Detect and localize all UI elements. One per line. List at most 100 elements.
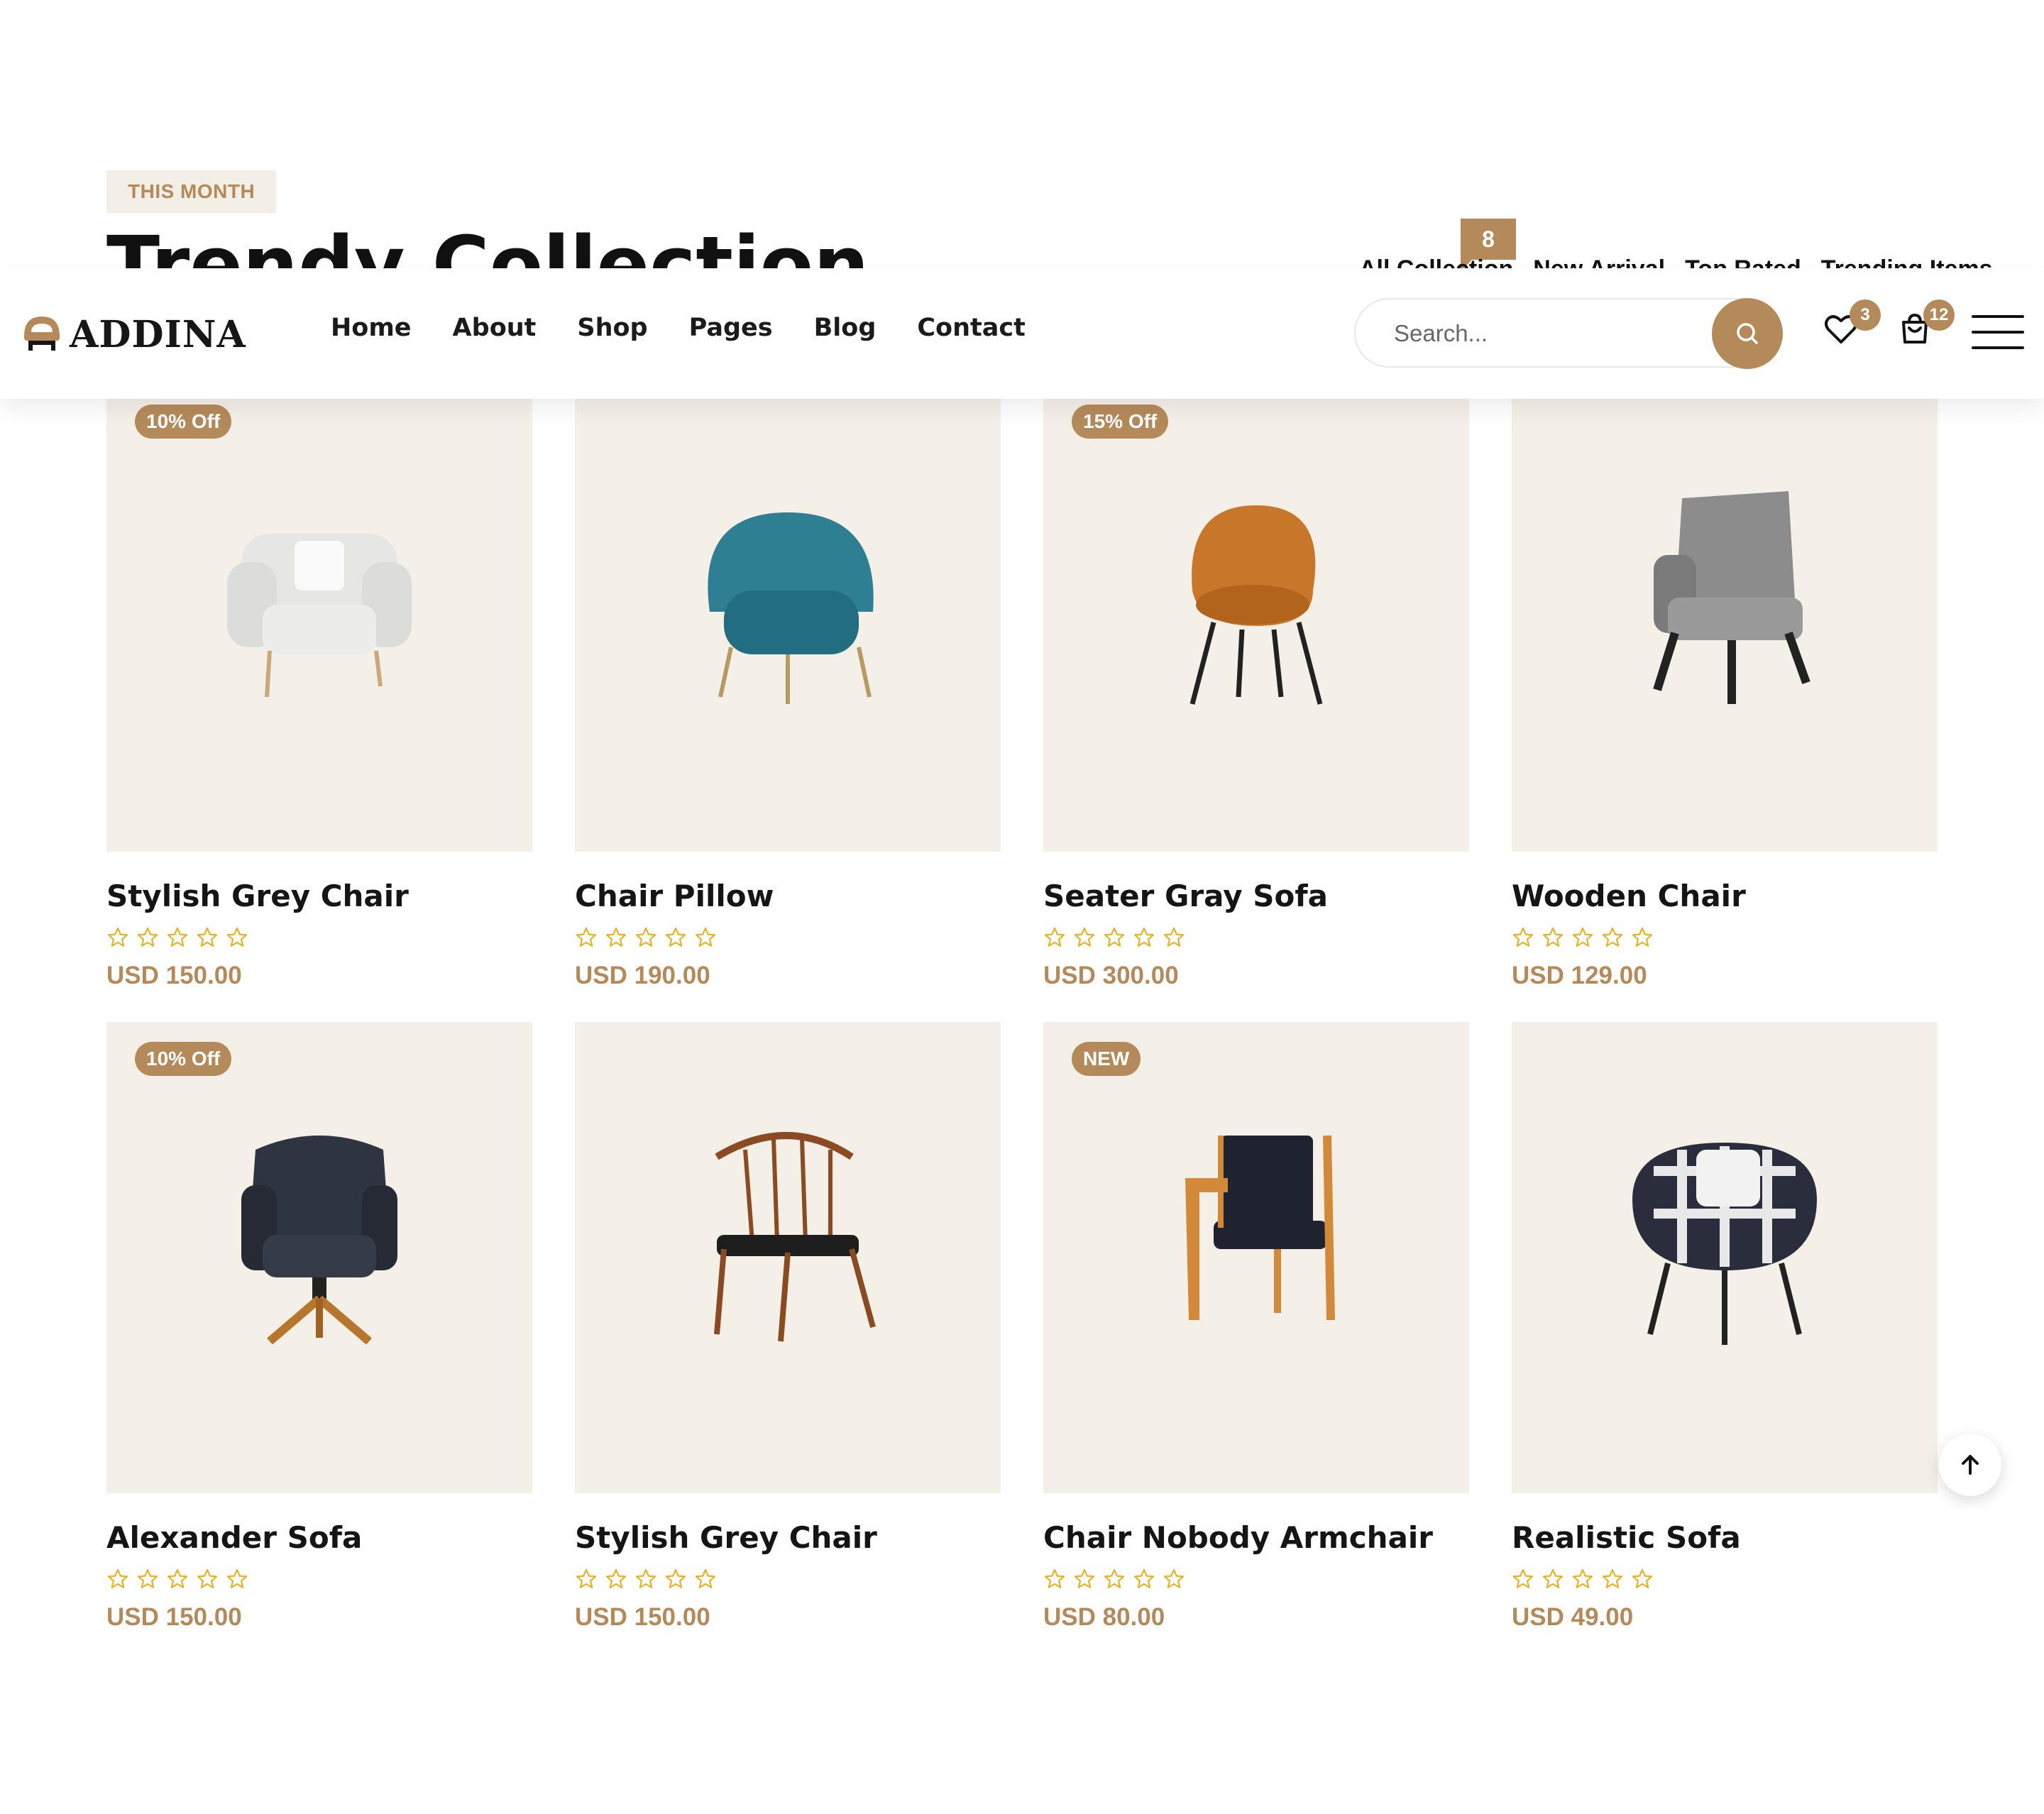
product-title[interactable]: Realistic Sofa: [1512, 1520, 1938, 1555]
star-icon: [605, 1568, 627, 1588]
wishlist-button[interactable]: 3: [1823, 299, 1881, 353]
star-icon: [635, 1568, 656, 1588]
star-icon: [1542, 927, 1564, 947]
star-icon: [1163, 1568, 1185, 1588]
product-card[interactable]: Realistic Sofa USD 49.00: [1512, 1022, 1938, 1632]
product-price: USD 190.00: [575, 962, 710, 989]
star-icon: [695, 1568, 716, 1588]
nav-about[interactable]: About: [453, 314, 537, 342]
product-price: USD 150.00: [106, 1603, 242, 1631]
star-icon: [1632, 927, 1653, 947]
product-title[interactable]: Stylish Grey Chair: [106, 879, 532, 913]
star-icon: [226, 927, 248, 947]
star-icon: [1044, 1568, 1065, 1588]
site-header: ADDINA Home About Shop Pages Blog Contac…: [0, 268, 2044, 399]
star-rating: [106, 1568, 532, 1590]
product-card[interactable]: Stylish Grey Chair USD 150.00: [575, 1022, 1001, 1632]
search-input[interactable]: [1392, 299, 1679, 368]
cart-button[interactable]: 12: [1896, 299, 1955, 353]
product-price: USD 150.00: [575, 1603, 710, 1631]
plaid-armchair-image: [1632, 1143, 1817, 1345]
main-nav: Home About Shop Pages Blog Contact: [331, 314, 1026, 342]
star-rating: [1043, 926, 1469, 949]
logo[interactable]: ADDINA: [20, 312, 246, 356]
search-bar: [1354, 298, 1783, 369]
star-icon: [197, 1568, 218, 1588]
product-card[interactable]: Wooden Chair USD 129.00: [1512, 385, 1938, 990]
star-icon: [1632, 1568, 1653, 1588]
star-rating: [106, 926, 532, 949]
search-icon: [1737, 323, 1758, 344]
nav-shop[interactable]: Shop: [577, 314, 647, 342]
star-rating: [575, 1568, 1001, 1590]
product-title[interactable]: Stylish Grey Chair: [575, 1520, 1001, 1555]
star-icon: [1104, 1568, 1125, 1588]
product-image[interactable]: 15% Off: [1043, 385, 1469, 852]
star-icon: [1602, 927, 1623, 947]
star-icon: [107, 1568, 128, 1588]
nav-blog[interactable]: Blog: [814, 314, 877, 342]
product-card[interactable]: Chair Pillow USD 190.00: [575, 385, 1001, 990]
menu-line: [1972, 331, 2024, 334]
star-icon: [1133, 927, 1155, 947]
white-tufted-armchair-image: [227, 534, 412, 698]
product-card[interactable]: 15% Off Seater Gray Sofa USD 300.00: [1043, 385, 1469, 990]
star-icon: [1602, 1568, 1623, 1588]
scroll-to-top-button[interactable]: [1939, 1434, 2001, 1496]
star-icon: [197, 927, 218, 947]
product-image[interactable]: [575, 385, 1001, 852]
product-image[interactable]: NEW: [1043, 1022, 1469, 1493]
nav-pages[interactable]: Pages: [689, 314, 773, 342]
discount-badge: NEW: [1072, 1042, 1141, 1076]
product-price: USD 150.00: [106, 962, 242, 989]
wooden-spindle-chair-image: [714, 1132, 876, 1342]
star-icon: [1572, 1568, 1593, 1588]
star-icon: [167, 1568, 188, 1588]
menu-line: [1972, 315, 2024, 318]
arrow-up-icon: [1962, 1455, 1979, 1475]
wishlist-count-badge: 3: [1850, 299, 1881, 331]
star-icon: [137, 1568, 158, 1588]
menu-line: [1972, 346, 2024, 349]
product-title[interactable]: Chair Pillow: [575, 879, 1001, 913]
nav-contact[interactable]: Contact: [917, 314, 1025, 342]
product-card[interactable]: NEW Chair Nobody Armchair USD 80.00: [1043, 1022, 1469, 1632]
star-icon: [1512, 927, 1534, 947]
product-title[interactable]: Chair Nobody Armchair: [1043, 1520, 1469, 1555]
star-icon: [665, 1568, 686, 1588]
product-price: USD 129.00: [1512, 962, 1647, 989]
product-image[interactable]: [575, 1022, 1001, 1493]
product-card[interactable]: 10% Off Alexander Sofa USD 150.00: [106, 1022, 532, 1632]
hamburger-menu-icon[interactable]: [1972, 315, 2024, 349]
star-icon: [1044, 927, 1065, 947]
grey-fabric-chair-image: [1653, 491, 1811, 704]
star-icon: [226, 1568, 248, 1588]
star-icon: [1572, 927, 1593, 947]
product-title[interactable]: Seater Gray Sofa: [1043, 879, 1469, 913]
search-button[interactable]: [1712, 298, 1783, 369]
nav-home[interactable]: Home: [331, 314, 412, 342]
product-card[interactable]: 10% Off Stylish Grey Chair USD 150.00: [106, 385, 532, 990]
product-price: USD 49.00: [1512, 1603, 1634, 1631]
product-price: USD 300.00: [1043, 962, 1179, 989]
product-image[interactable]: [1512, 385, 1938, 852]
star-icon: [695, 927, 716, 947]
star-icon: [576, 1568, 597, 1588]
star-rating: [1043, 1568, 1469, 1590]
navy-swivel-chair-image: [241, 1136, 397, 1345]
discount-badge: 15% Off: [1072, 405, 1169, 439]
star-rating: [1512, 926, 1938, 949]
product-image[interactable]: 10% Off: [106, 385, 532, 852]
product-image[interactable]: 10% Off: [106, 1022, 532, 1493]
section-eyebrow: THIS MONTH: [106, 170, 277, 213]
discount-badge: 10% Off: [135, 405, 232, 439]
star-icon: [107, 927, 128, 947]
product-image[interactable]: [1512, 1022, 1938, 1493]
star-icon: [576, 927, 597, 947]
product-title[interactable]: Wooden Chair: [1512, 879, 1938, 913]
discount-badge: 10% Off: [135, 1042, 232, 1076]
tan-leather-shell-chair-image: [1189, 505, 1323, 705]
star-icon: [1074, 927, 1095, 947]
wood-frame-armchair-image: [1185, 1135, 1335, 1321]
product-title[interactable]: Alexander Sofa: [106, 1520, 532, 1555]
